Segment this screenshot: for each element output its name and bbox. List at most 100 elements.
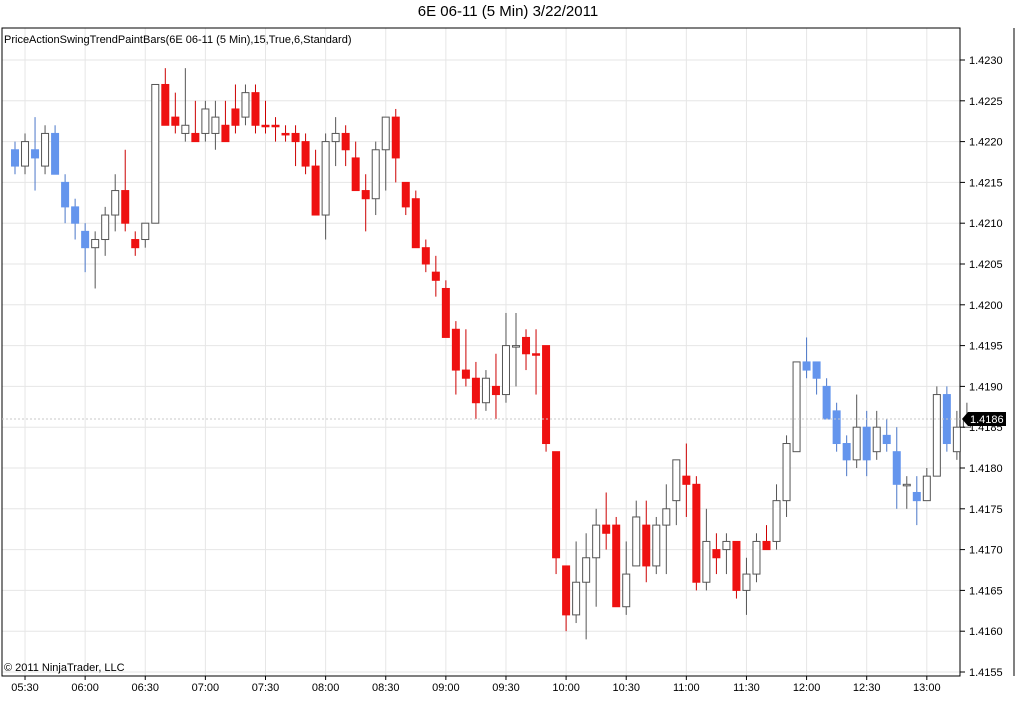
- candle-body: [682, 475, 691, 485]
- candle: [862, 410, 871, 477]
- candle: [632, 500, 641, 567]
- candle-body: [932, 394, 941, 477]
- candle-body: [532, 353, 541, 356]
- candle: [201, 100, 210, 142]
- candle: [81, 223, 90, 273]
- candle: [832, 402, 841, 452]
- candle: [331, 117, 340, 167]
- candle: [281, 125, 290, 142]
- candle-body: [782, 443, 791, 502]
- candle-body: [281, 132, 290, 136]
- candle: [131, 231, 140, 256]
- candle: [141, 222, 150, 248]
- time-tick-label: 06:30: [131, 682, 159, 694]
- candle: [932, 386, 941, 477]
- candle-body: [11, 149, 19, 167]
- candle-body: [321, 141, 330, 216]
- price-tick-label: 1.4230: [969, 55, 1003, 67]
- candle-body: [231, 108, 240, 126]
- candle: [762, 525, 771, 551]
- candle: [882, 419, 891, 452]
- candle-body: [762, 540, 771, 551]
- candle-body: [522, 336, 531, 355]
- candle-body: [221, 124, 230, 143]
- candle: [742, 557, 751, 615]
- candle: [31, 117, 40, 191]
- price-tick-label: 1.4180: [969, 463, 1003, 475]
- candle-body: [421, 247, 430, 265]
- candle-body: [892, 451, 901, 485]
- candle-body: [491, 385, 500, 396]
- price-tick-label: 1.4170: [969, 545, 1003, 557]
- grid: [2, 28, 960, 676]
- candle-body: [31, 149, 40, 159]
- candle-body: [542, 345, 551, 445]
- candle-body: [702, 540, 711, 583]
- candle-body: [862, 426, 871, 461]
- candle: [772, 484, 781, 550]
- candle-body: [481, 377, 490, 404]
- last-price-marker: 1.4186: [2, 412, 1006, 427]
- candle-body: [411, 198, 420, 249]
- candle: [602, 492, 611, 550]
- price-tick-label: 1.4225: [969, 96, 1003, 108]
- candle-body: [21, 141, 30, 167]
- candle: [562, 565, 571, 632]
- time-tick-label: 12:30: [853, 682, 881, 694]
- time-tick-label: 12:00: [793, 682, 821, 694]
- candle: [662, 484, 671, 575]
- candle: [501, 312, 510, 403]
- candle: [391, 108, 400, 183]
- candle-body: [191, 132, 200, 143]
- candle: [251, 84, 260, 134]
- candle-body: [71, 206, 80, 224]
- price-tick-label: 1.4165: [969, 585, 1003, 597]
- candle: [311, 149, 320, 216]
- candle: [51, 125, 60, 175]
- candle: [341, 125, 350, 167]
- candle-body: [562, 565, 571, 616]
- candle: [922, 468, 931, 502]
- candle-body: [712, 549, 721, 559]
- candle: [672, 459, 681, 526]
- candle: [642, 500, 651, 583]
- price-tick-label: 1.4160: [969, 626, 1003, 638]
- candle: [191, 100, 200, 143]
- time-tick-label: 08:30: [372, 682, 400, 694]
- candle: [241, 84, 250, 126]
- candle: [952, 410, 961, 460]
- candle-body: [151, 83, 160, 224]
- candle: [792, 361, 801, 453]
- candle-body: [241, 92, 250, 118]
- candle-body: [181, 124, 190, 134]
- price-tick-label: 1.4155: [969, 667, 1003, 679]
- candle-body: [121, 190, 130, 224]
- candle: [101, 206, 110, 256]
- time-axis: 05:30 06:00 06:30 07:00 07:30 08:00 08:30 09:00…: [11, 676, 941, 694]
- candle: [522, 329, 531, 371]
- candle-body: [842, 443, 851, 461]
- candle-body: [211, 116, 220, 134]
- candle: [782, 435, 791, 517]
- price-axis: 1.4155 1.4160 1.4165 1.4170 1.4175 1.4180 1.41…: [960, 55, 1003, 679]
- candle: [682, 443, 691, 517]
- time-tick-label: 09:00: [432, 682, 460, 694]
- candle: [91, 231, 100, 289]
- candle-body: [261, 124, 270, 128]
- candle: [231, 84, 240, 134]
- candle: [822, 378, 831, 420]
- candle-body: [732, 540, 741, 591]
- candle: [381, 116, 390, 191]
- candle-body: [922, 475, 931, 502]
- candle: [652, 516, 661, 575]
- candle-body: [441, 287, 450, 338]
- candle: [802, 337, 811, 379]
- candle-body: [822, 385, 831, 420]
- candle: [271, 117, 280, 142]
- candle-body: [572, 581, 581, 616]
- price-chart[interactable]: PriceActionSwingTrendPaintBars(6E 06-11 …: [0, 0, 1016, 720]
- candle-body: [391, 116, 400, 159]
- price-tick-label: 1.4220: [969, 137, 1003, 149]
- candle: [461, 329, 470, 387]
- candle-body: [792, 361, 801, 453]
